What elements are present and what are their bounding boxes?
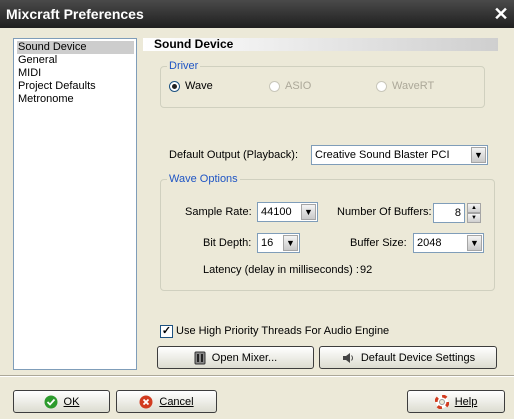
high-priority-label: Use High Priority Threads For Audio Engi…	[176, 325, 390, 337]
driver-option-label: WaveRT	[392, 80, 435, 92]
high-priority-checkbox[interactable]: ✓	[160, 325, 173, 338]
bit-depth-select[interactable]: 16 ▼	[257, 233, 300, 253]
chevron-down-icon: ▼	[283, 235, 298, 251]
buffers-value: 8	[454, 207, 461, 219]
nav-item-project-defaults[interactable]: Project Defaults	[17, 80, 134, 93]
driver-option-label: ASIO	[285, 80, 312, 92]
buffer-size-label: Buffer Size:	[350, 237, 407, 249]
chevron-down-icon: ▼	[301, 204, 316, 220]
driver-legend: Driver	[169, 60, 199, 72]
spin-down-icon[interactable]: ▼	[467, 213, 481, 223]
latency-label: Latency (delay in milliseconds) :	[203, 264, 359, 276]
check-icon	[44, 395, 58, 409]
lifebuoy-icon	[434, 394, 449, 409]
sample-rate-label: Sample Rate:	[185, 206, 252, 218]
open-mixer-button[interactable]: Open Mixer...	[157, 346, 314, 369]
driver-radio-asio[interactable]: ASIO	[269, 80, 311, 92]
category-list[interactable]: Sound Device General MIDI Project Defaul…	[13, 38, 137, 370]
cancel-icon	[139, 395, 153, 409]
help-button[interactable]: Help	[407, 390, 505, 413]
mixer-icon	[194, 351, 206, 365]
nav-item-midi[interactable]: MIDI	[17, 67, 134, 80]
sample-rate-select[interactable]: 44100 ▼	[257, 202, 318, 222]
driver-option-label: Wave	[185, 80, 213, 92]
driver-radio-wavert[interactable]: WaveRT	[376, 80, 434, 92]
driver-radio-wave[interactable]: Wave	[169, 80, 213, 92]
chevron-down-icon: ▼	[471, 147, 486, 163]
cancel-button[interactable]: Cancel	[116, 390, 217, 413]
default-output-value: Creative Sound Blaster PCI	[315, 149, 450, 161]
dialog-body: Sound Device General MIDI Project Defaul…	[0, 28, 514, 419]
close-icon[interactable]: ✕	[492, 5, 510, 23]
ok-label: OK	[63, 395, 80, 408]
radio-icon	[269, 80, 280, 92]
default-device-settings-button[interactable]: Default Device Settings	[319, 346, 497, 369]
buffers-input[interactable]: 8	[433, 203, 465, 223]
buffers-label: Number Of Buffers:	[337, 206, 432, 218]
default-output-label: Default Output (Playback):	[169, 149, 299, 161]
wave-options-legend: Wave Options	[169, 173, 238, 185]
nav-item-general[interactable]: General	[17, 54, 134, 67]
section-header: Sound Device	[143, 38, 498, 51]
radio-selected-icon	[169, 80, 180, 92]
buffer-size-value: 2048	[417, 237, 442, 249]
help-label: Help	[454, 395, 478, 408]
nav-item-sound-device[interactable]: Sound Device	[17, 41, 134, 54]
radio-icon	[376, 80, 387, 92]
buffer-size-select[interactable]: 2048 ▼	[413, 233, 484, 253]
nav-item-metronome[interactable]: Metronome	[17, 93, 134, 106]
footer-divider	[0, 375, 514, 377]
title-bar: Mixcraft Preferences ✕	[0, 0, 514, 28]
spin-up-icon[interactable]: ▲	[467, 203, 481, 213]
sample-rate-value: 44100	[261, 206, 292, 218]
default-output-select[interactable]: Creative Sound Blaster PCI ▼	[311, 145, 488, 165]
speaker-icon	[341, 351, 355, 365]
ok-button[interactable]: OK	[13, 390, 110, 413]
bit-depth-label: Bit Depth:	[203, 237, 252, 249]
default-device-settings-label: Default Device Settings	[360, 351, 476, 364]
section-title: Sound Device	[154, 37, 234, 51]
bit-depth-value: 16	[261, 237, 274, 249]
latency-value: 92	[360, 264, 373, 276]
open-mixer-label: Open Mixer...	[211, 351, 278, 364]
window-title: Mixcraft Preferences	[6, 6, 144, 22]
cancel-label: Cancel	[159, 395, 194, 408]
chevron-down-icon: ▼	[467, 235, 482, 251]
